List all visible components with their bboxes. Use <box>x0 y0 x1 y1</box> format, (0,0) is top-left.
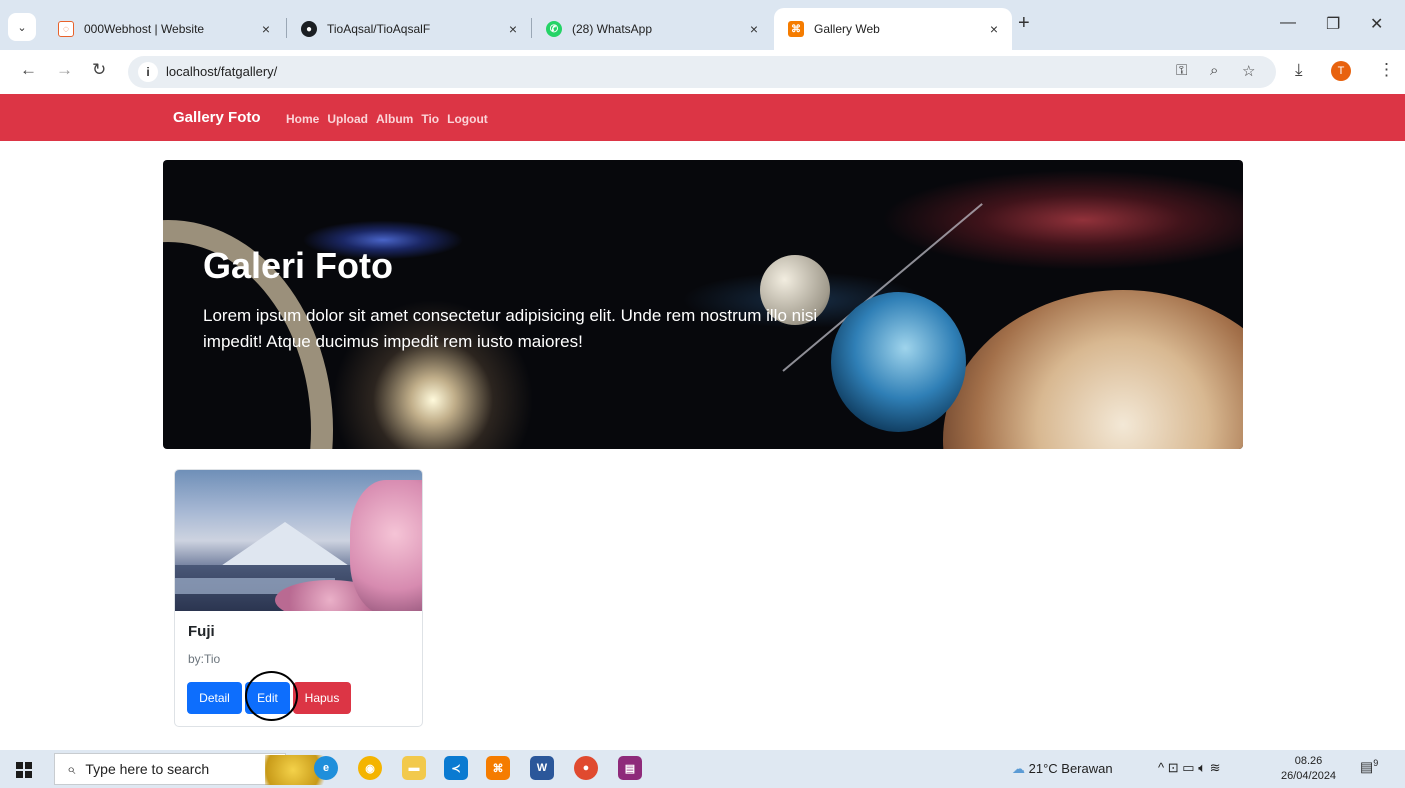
notification-icon[interactable]: ▤9 <box>1360 758 1378 776</box>
url-text[interactable]: localhost/fatgallery/ <box>166 64 277 79</box>
weather-text: 21°C Berawan <box>1028 761 1113 776</box>
photo-title: Fuji <box>188 623 215 640</box>
tab-whatsapp[interactable]: ✆ (28) WhatsApp × <box>532 8 772 50</box>
profile-avatar[interactable]: T <box>1331 61 1351 81</box>
whatsapp-icon: ✆ <box>546 21 562 37</box>
chrome-icon[interactable]: ● <box>574 756 598 780</box>
card-body: Fuji by:Tio <box>188 623 220 666</box>
close-icon[interactable]: × <box>990 21 998 37</box>
windows-taskbar: ⌕ Type here to search e ◉ ▬ ≺ ⌘ W ● ▤ ☁ … <box>0 750 1405 788</box>
nav-links: Home Upload Album Tio Logout <box>286 112 488 126</box>
edge-icon[interactable]: e <box>314 756 338 780</box>
mountain-shape <box>215 522 355 570</box>
xampp-icon: ⌘ <box>788 21 804 37</box>
windows-start-icon[interactable] <box>16 762 32 778</box>
site-info-icon[interactable]: i <box>138 62 158 82</box>
word-icon[interactable]: W <box>530 756 554 780</box>
back-arrow-icon[interactable]: ← <box>20 60 37 80</box>
cherry-tree-shape <box>350 480 422 611</box>
photo-author: by:Tio <box>188 652 221 666</box>
onedrive-icon[interactable]: ⊡ <box>1168 760 1179 775</box>
close-icon[interactable]: × <box>509 21 517 37</box>
webhost-icon: ◌ <box>58 21 74 37</box>
site-navbar: Gallery Foto Home Upload Album Tio Logou… <box>0 94 1405 141</box>
clock-time: 08.26 <box>1294 755 1323 767</box>
new-tab-icon[interactable]: + <box>1018 12 1030 35</box>
detail-button[interactable]: Detail <box>187 682 242 714</box>
vscode-icon[interactable]: ≺ <box>444 756 468 780</box>
search-placeholder: Type here to search <box>85 761 210 777</box>
taskbar-search-input[interactable]: ⌕ Type here to search <box>54 753 335 785</box>
chrome-canary-icon[interactable]: ◉ <box>358 756 382 780</box>
close-icon[interactable]: × <box>750 21 758 37</box>
download-icon[interactable]: ⤓ <box>1295 60 1303 80</box>
address-bar[interactable]: i localhost/fatgallery/ ⚿ ⌕ ☆ <box>128 56 1276 88</box>
cloud-icon: ☁ <box>1012 761 1025 776</box>
highlight-circle-annotation <box>245 671 298 721</box>
tab-title: (28) WhatsApp <box>572 22 653 36</box>
tab-title: 000Webhost | Website <box>84 22 205 36</box>
hero-banner: Galeri Foto Lorem ipsum dolor sit amet c… <box>163 160 1243 449</box>
navbar-brand[interactable]: Gallery Foto <box>173 109 261 126</box>
hero-title: Galeri Foto <box>203 245 394 286</box>
close-icon[interactable]: × <box>262 21 270 37</box>
nav-link-album[interactable]: Album <box>376 112 413 126</box>
forward-arrow-icon[interactable]: → <box>56 60 73 80</box>
tab-search-chevron-icon[interactable]: ⌄ <box>8 13 36 41</box>
nav-link-home[interactable]: Home <box>286 112 319 126</box>
reload-icon[interactable]: ↻ <box>92 60 106 80</box>
hero-text: Lorem ipsum dolor sit amet consectetur a… <box>203 306 818 351</box>
tab-title: Gallery Web <box>814 22 880 36</box>
menu-kebab-icon[interactable]: ⋮ <box>1378 60 1395 80</box>
photo-card: Fuji by:Tio Detail Edit Hapus <box>174 469 423 727</box>
wifi-icon[interactable]: ≋ <box>1210 760 1221 775</box>
battery-icon[interactable]: ▭ <box>1182 760 1194 775</box>
window-close-icon[interactable]: ✕ <box>1370 14 1383 34</box>
photo-thumbnail[interactable] <box>175 470 422 611</box>
notification-count: 9 <box>1373 758 1379 768</box>
browser-toolbar: ← → ↻ i localhost/fatgallery/ ⚿ ⌕ ☆ ⤓ T … <box>0 50 1405 94</box>
winrar-icon[interactable]: ▤ <box>618 756 642 780</box>
password-key-icon[interactable]: ⚿ <box>1176 62 1187 79</box>
jupiter-decoration <box>943 290 1243 449</box>
restore-icon[interactable]: ❐ <box>1326 14 1340 34</box>
file-explorer-icon[interactable]: ▬ <box>402 756 426 780</box>
weather-widget[interactable]: ☁ 21°C Berawan <box>1012 761 1113 777</box>
clock-date: 26/04/2024 <box>1281 770 1337 782</box>
taskbar-clock[interactable]: 08.26 26/04/2024 <box>1281 754 1336 784</box>
speaker-icon[interactable]: 🔈︎ <box>1198 760 1206 775</box>
tab-webhost[interactable]: ◌ 000Webhost | Website × <box>44 8 284 50</box>
github-icon: ● <box>301 21 317 37</box>
tab-github[interactable]: ● TioAqsal/TioAqsalF × <box>287 8 531 50</box>
nav-link-logout[interactable]: Logout <box>447 112 488 126</box>
tab-gallery-web[interactable]: ⌘ Gallery Web × <box>774 8 1012 50</box>
zoom-icon[interactable]: ⌕ <box>1210 62 1218 79</box>
tab-title: TioAqsal/TioAqsalF <box>327 22 431 36</box>
chevron-up-icon[interactable]: ^ <box>1158 760 1164 775</box>
system-tray: ^ ⊡ ▭ 🔈︎ ≋ <box>1158 760 1221 776</box>
minimize-icon[interactable]: — <box>1280 14 1296 32</box>
xampp-icon[interactable]: ⌘ <box>486 756 510 780</box>
bookmark-star-icon[interactable]: ☆ <box>1242 62 1255 80</box>
delete-button[interactable]: Hapus <box>293 682 351 714</box>
nav-link-upload[interactable]: Upload <box>327 112 368 126</box>
nav-link-user[interactable]: Tio <box>421 112 439 126</box>
browser-tab-bar: ⌄ ◌ 000Webhost | Website × ● TioAqsal/Ti… <box>0 0 1405 50</box>
search-icon: ⌕ <box>67 760 76 778</box>
